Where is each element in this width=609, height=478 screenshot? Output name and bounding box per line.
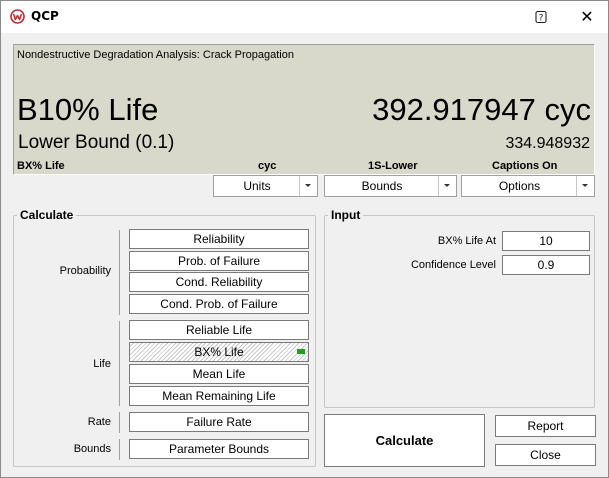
options-dropdown-label: Options: [498, 179, 541, 193]
chevron-down-icon[interactable]: [438, 176, 456, 196]
analysis-subtitle: Nondestructive Degradation Analysis: Cra…: [17, 49, 294, 61]
category-life: Life: [93, 358, 111, 370]
cond-reliability-button[interactable]: Cond. Reliability: [129, 272, 309, 292]
title-bar: QCP ? ✕: [1, 1, 608, 33]
input-group-title: Input: [328, 208, 364, 222]
qcp-logo-icon: [10, 9, 25, 24]
bounds-dropdown-label: Bounds: [361, 179, 403, 193]
calculate-group-title: Calculate: [17, 208, 77, 222]
bx-life-button-label: BX% Life: [194, 345, 244, 359]
bx-life-at-input[interactable]: 10: [502, 231, 590, 251]
caption-units: cyc: [258, 160, 277, 172]
caption-metric: BX% Life: [17, 160, 65, 172]
category-probability: Probability: [59, 265, 111, 277]
chevron-down-icon[interactable]: [576, 176, 594, 196]
failure-rate-button[interactable]: Failure Rate: [129, 412, 309, 432]
mean-life-button[interactable]: Mean Life: [129, 364, 309, 384]
parameter-bounds-button[interactable]: Parameter Bounds: [129, 439, 309, 459]
units-dropdown-label: Units: [243, 179, 271, 193]
help-icon[interactable]: ?: [532, 8, 550, 26]
bounds-divider: [119, 439, 120, 460]
bx-life-at-label: BX% Life At: [437, 235, 496, 247]
close-icon[interactable]: ✕: [577, 7, 597, 27]
category-bounds: Bounds: [73, 443, 111, 455]
probability-divider: [119, 230, 120, 315]
bound-value: 334.948932: [505, 135, 590, 152]
cond-prob-failure-button[interactable]: Cond. Prob. of Failure: [129, 294, 309, 314]
window-title: QCP: [31, 9, 59, 23]
report-button[interactable]: Report: [495, 415, 596, 437]
mean-remaining-life-button[interactable]: Mean Remaining Life: [129, 386, 309, 406]
help-glyph: ?: [539, 14, 544, 24]
chevron-down-icon[interactable]: [299, 176, 317, 196]
prob-failure-button[interactable]: Prob. of Failure: [129, 251, 309, 271]
calculate-button[interactable]: Calculate: [324, 414, 485, 467]
reliable-life-button[interactable]: Reliable Life: [129, 320, 309, 340]
caption-options: Captions On: [492, 160, 558, 172]
bx-life-button[interactable]: BX% Life: [129, 342, 309, 362]
result-value: 392.917947 cyc: [372, 92, 591, 127]
bound-label: Lower Bound (0.1): [18, 132, 175, 153]
confidence-level-input[interactable]: 0.9: [502, 255, 590, 275]
life-divider: [119, 321, 120, 406]
result-label: B10% Life: [17, 92, 159, 127]
units-dropdown[interactable]: Units: [213, 175, 318, 197]
category-rate: Rate: [87, 416, 111, 428]
bounds-dropdown[interactable]: Bounds: [324, 175, 457, 197]
confidence-level-label: Confidence Level: [410, 259, 496, 271]
reliability-button[interactable]: Reliability: [129, 229, 309, 249]
options-dropdown[interactable]: Options: [461, 175, 595, 197]
result-display: Nondestructive Degradation Analysis: Cra…: [13, 44, 595, 175]
qcp-window: QCP ? ✕ Nondestructive Degradation Analy…: [0, 0, 609, 478]
rate-divider: [119, 412, 120, 433]
close-button[interactable]: Close: [495, 444, 596, 466]
green-status-icon: [297, 349, 305, 354]
caption-bounds: 1S-Lower: [368, 160, 418, 172]
